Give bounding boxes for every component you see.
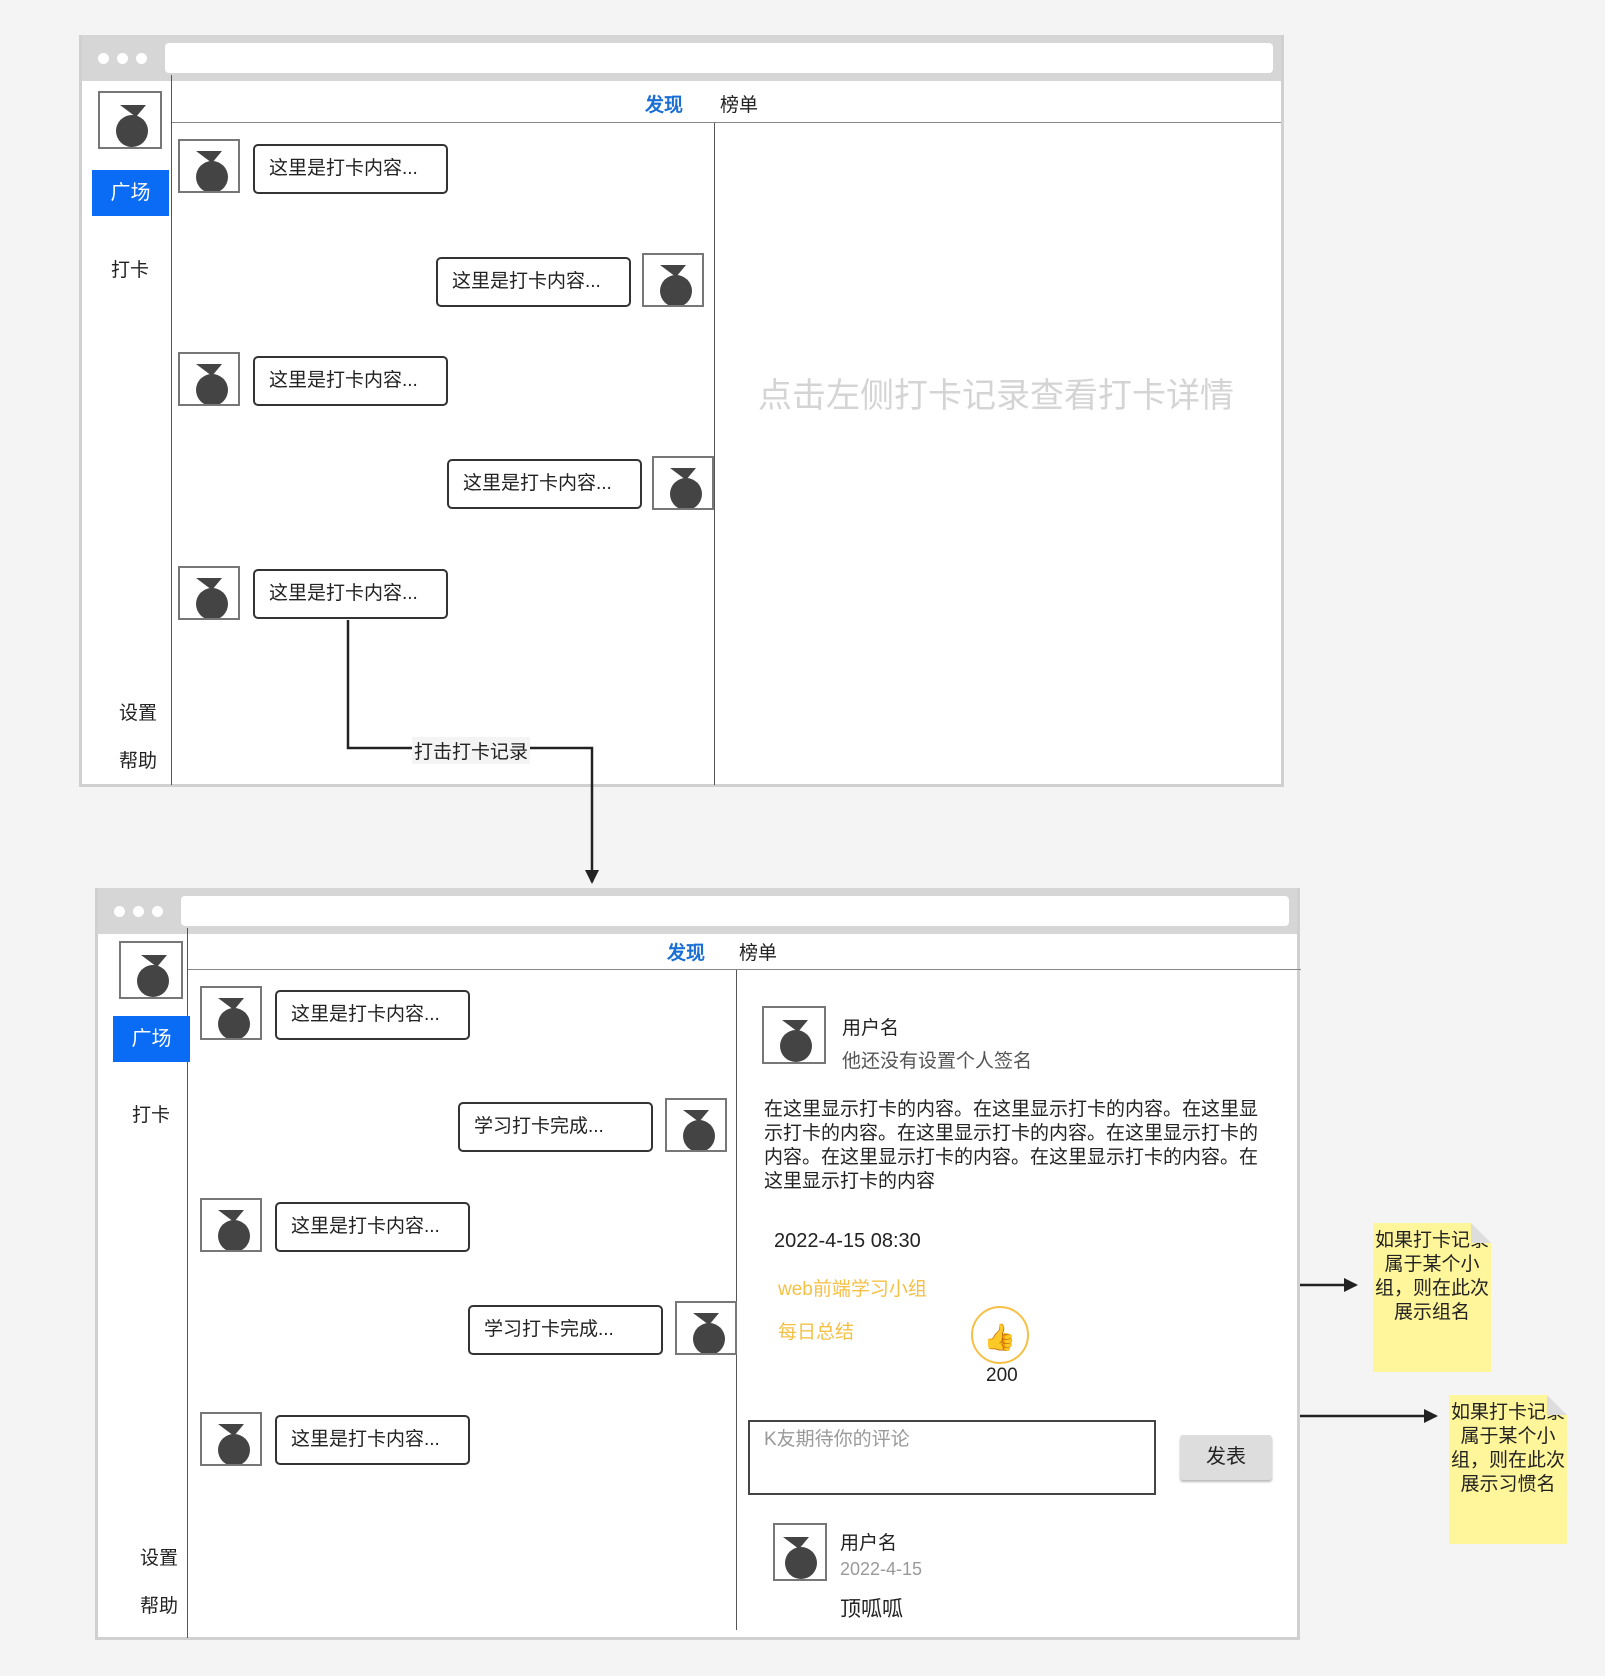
window-dot <box>114 906 125 917</box>
title-bar <box>98 888 1297 934</box>
sticky-note-habit: 如果打卡记录属于某个小组，则在此次展示习惯名 <box>1449 1395 1567 1544</box>
comment-input[interactable]: K友期待你的评论 <box>748 1420 1156 1495</box>
sidebar-item-checkin[interactable]: 打卡 <box>132 1100 170 1127</box>
group-tag[interactable]: web前端学习小组 <box>778 1274 927 1301</box>
sidebar-item-plaza[interactable]: 广场 <box>113 1016 190 1062</box>
note-text: 如果打卡记录属于某个小组，则在此次展示组名 <box>1374 1230 1489 1323</box>
like-count: 200 <box>986 1365 1018 1386</box>
comment-placeholder: K友期待你的评论 <box>764 1429 910 1450</box>
app-logo-avatar[interactable] <box>119 941 183 999</box>
note-fold <box>1547 1395 1567 1415</box>
submit-comment-button[interactable]: 发表 <box>1180 1435 1272 1480</box>
author-avatar[interactable] <box>762 1006 826 1064</box>
habit-tag[interactable]: 每日总结 <box>778 1317 854 1344</box>
post-bubble[interactable]: 这里是打卡内容... <box>275 1415 470 1465</box>
sidebar-item-help[interactable]: 帮助 <box>140 1591 178 1618</box>
window-dot <box>133 906 144 917</box>
post-avatar[interactable] <box>675 1301 737 1355</box>
commenter-username: 用户名 <box>840 1533 898 1554</box>
header-divider <box>187 969 1301 970</box>
post-bubble[interactable]: 学习打卡完成... <box>458 1102 653 1152</box>
note-text: 如果打卡记录属于某个小组，则在此次展示习惯名 <box>1450 1402 1565 1495</box>
checkin-content: 在这里显示打卡的内容。在这里显示打卡的内容。在这里显示打卡的内容。在这里显示打卡… <box>764 1099 1259 1192</box>
tab-discover[interactable]: 发现 <box>667 938 705 965</box>
address-bar[interactable] <box>181 896 1289 926</box>
post-avatar[interactable] <box>200 1198 262 1252</box>
window-2: 发现 榜单 广场 打卡 设置 帮助 这里是打卡内容... 学习打卡完成... 这… <box>95 888 1301 1640</box>
post-bubble[interactable]: 学习打卡完成... <box>468 1305 663 1355</box>
post-bubble[interactable]: 这里是打卡内容... <box>275 990 470 1040</box>
comment-text: 顶呱呱 <box>840 1598 903 1621</box>
tab-ranking[interactable]: 榜单 <box>739 938 777 965</box>
author-signature: 他还没有设置个人签名 <box>842 1051 1033 1072</box>
flow-label: 打击打卡记录 <box>412 737 531 764</box>
post-avatar[interactable] <box>200 986 262 1040</box>
post-avatar[interactable] <box>200 1412 262 1466</box>
commenter-avatar[interactable] <box>773 1523 827 1581</box>
sidebar-item-settings[interactable]: 设置 <box>140 1543 178 1570</box>
checkin-datetime: 2022-4-15 08:30 <box>774 1230 921 1252</box>
list-divider <box>736 970 737 1630</box>
author-username: 用户名 <box>842 1018 900 1039</box>
note-fold <box>1471 1223 1491 1243</box>
comment-date: 2022-4-15 <box>840 1559 923 1579</box>
post-bubble[interactable]: 这里是打卡内容... <box>275 1202 470 1252</box>
thumbs-up-icon: 👍 <box>983 1322 1017 1352</box>
post-avatar[interactable] <box>665 1098 727 1152</box>
like-button[interactable]: 👍 <box>971 1306 1029 1364</box>
sticky-note-group: 如果打卡记录属于某个小组，则在此次展示组名 <box>1373 1223 1491 1372</box>
window-dot <box>152 906 163 917</box>
